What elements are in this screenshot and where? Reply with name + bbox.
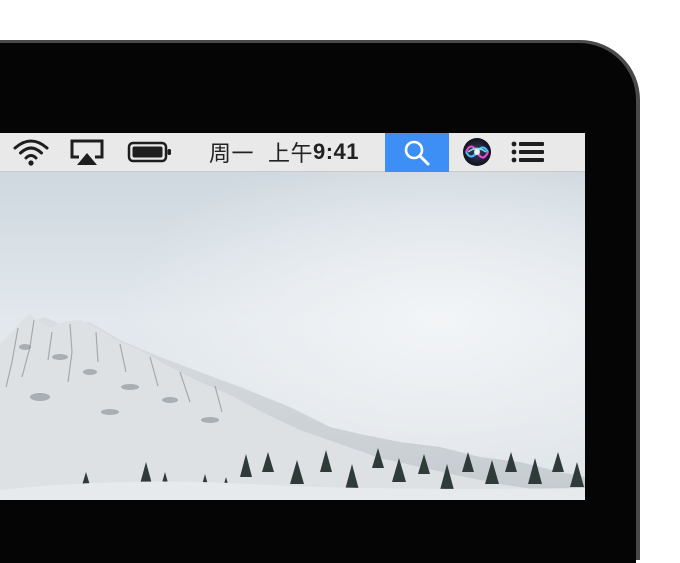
battery-icon — [127, 141, 171, 163]
notification-center-button[interactable] — [505, 133, 551, 171]
wifi-menu[interactable] — [8, 133, 54, 171]
search-icon — [404, 140, 430, 165]
clock-day: 周一 — [208, 141, 254, 166]
airplay-menu[interactable] — [64, 133, 110, 171]
battery-menu[interactable] — [124, 133, 176, 171]
list-icon — [511, 141, 544, 163]
clock-time: 9:41 — [312, 139, 360, 164]
wifi-icon — [13, 139, 49, 166]
menu-bar: 周一 上午 9:41 — [0, 133, 585, 172]
spotlight-button[interactable] — [385, 133, 449, 172]
desktop-wallpaper — [0, 172, 585, 500]
screen: 周一 上午 9:41 — [0, 133, 585, 500]
clock-period: 上午 — [267, 141, 313, 166]
airplay-icon — [70, 139, 104, 165]
siri-button[interactable] — [455, 133, 499, 171]
siri-icon — [463, 138, 491, 166]
menu-clock[interactable]: 周一 上午 9:41 — [200, 133, 368, 171]
